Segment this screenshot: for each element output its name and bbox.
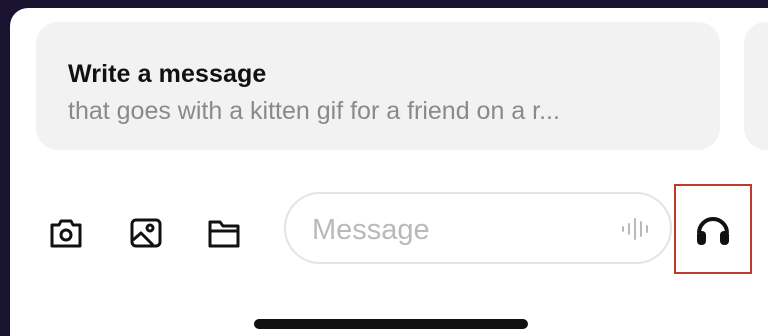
suggestion-card[interactable]: Write a message that goes with a kitten … (36, 22, 720, 150)
folder-icon[interactable] (206, 216, 242, 250)
camera-icon[interactable] (48, 216, 84, 250)
headphones-icon (697, 217, 729, 245)
suggestion-title: Write a message (68, 60, 267, 88)
photo-icon[interactable] (128, 216, 164, 250)
chat-screen: Write a message that goes with a kitten … (10, 8, 768, 336)
message-placeholder: Message (312, 214, 430, 246)
home-indicator (254, 319, 528, 329)
suggestion-row: Write a message that goes with a kitten … (10, 8, 768, 158)
message-input[interactable]: Message (284, 192, 672, 264)
voice-waveform-icon[interactable] (620, 216, 654, 242)
composer-toolbar: Message (10, 178, 768, 288)
suggestion-card-next[interactable] (744, 22, 768, 150)
suggestion-subtitle: that goes with a kitten gif for a friend… (68, 97, 560, 125)
voice-mode-button[interactable] (674, 184, 752, 274)
